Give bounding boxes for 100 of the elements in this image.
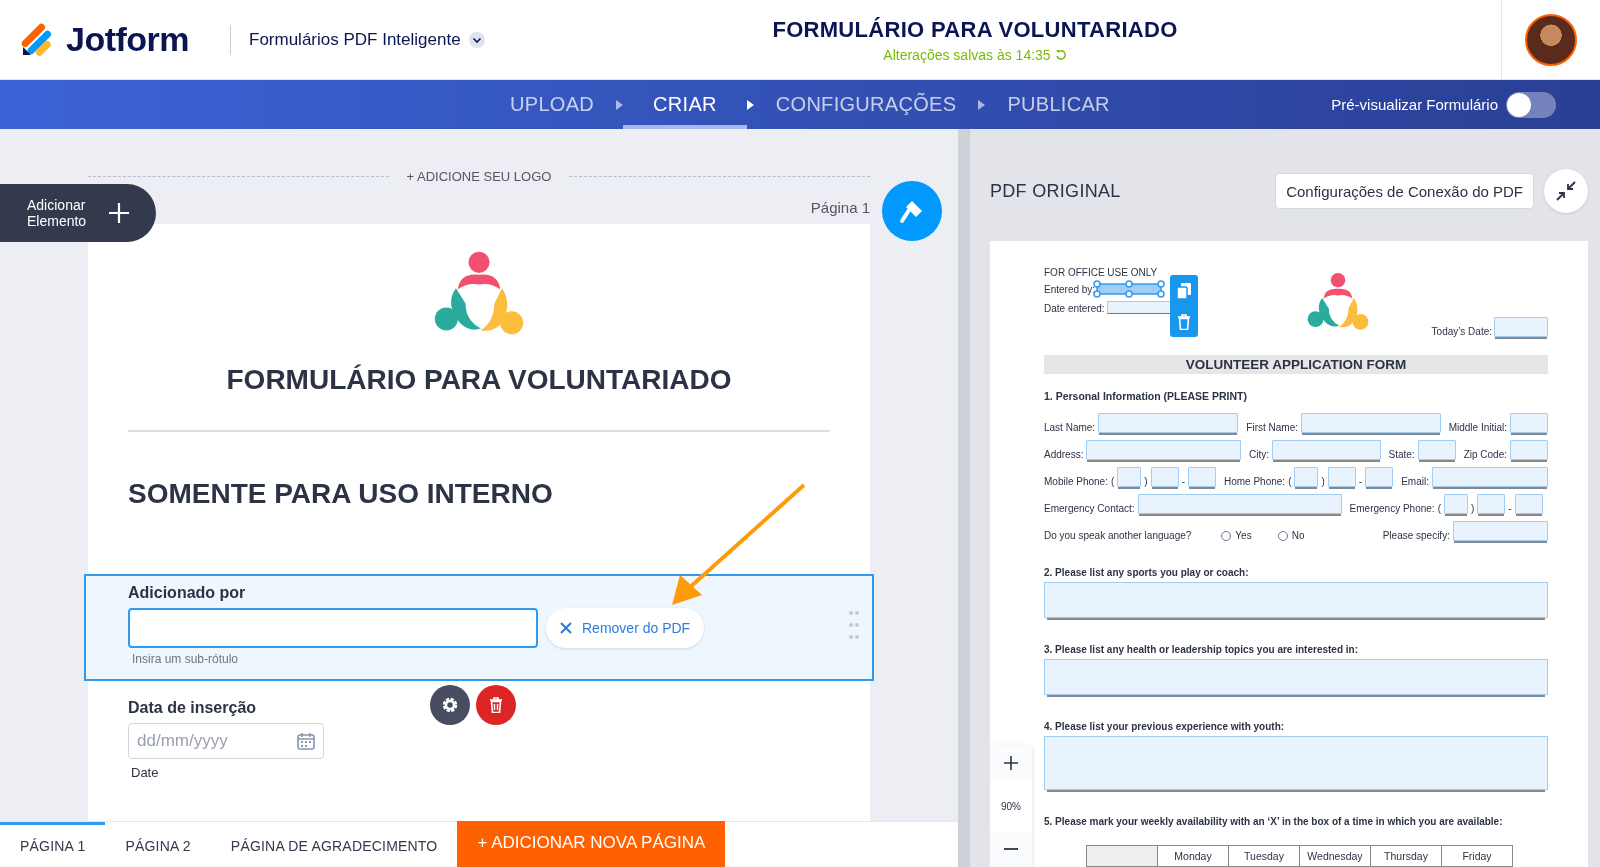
pdf-field[interactable] <box>1510 440 1548 460</box>
delete-button[interactable] <box>476 685 516 725</box>
pdf-field-label: Home Phone: <box>1223 476 1286 487</box>
zoom-out-button[interactable] <box>990 831 1032 867</box>
answer-box[interactable] <box>1044 736 1548 790</box>
pdf-field[interactable] <box>1150 467 1179 487</box>
question-label: 5. Please mark your weekly availability with an ‘X’ in the box of a time in which you are available: <box>1044 816 1504 827</box>
answer-box[interactable] <box>1044 659 1548 695</box>
caret-right-icon <box>746 99 754 110</box>
pdf-field-label: Emergency Contact: <box>1044 503 1135 514</box>
pdf-field[interactable] <box>1444 494 1468 514</box>
question-label: 2. Please list any sports you play or coach: <box>1044 567 1250 578</box>
input-field[interactable] <box>128 608 538 648</box>
pdf-field-label: First Name: <box>1246 422 1298 433</box>
pdf-field[interactable] <box>1117 467 1142 487</box>
page-tab[interactable]: PÁGINA DE AGRADECIMENTO <box>210 822 458 867</box>
selected-pdf-field[interactable] <box>1093 280 1166 298</box>
pdf-field[interactable] <box>1514 494 1543 514</box>
minimize-button[interactable] <box>1544 169 1588 213</box>
pdf-field-label: Today’s Date: <box>1431 326 1492 337</box>
trash-icon[interactable] <box>1178 313 1190 330</box>
field-label: Data de inserção <box>128 699 257 717</box>
panel-heading: PDF ORIGINAL <box>990 180 1122 202</box>
copy-icon[interactable] <box>1177 282 1191 299</box>
zoom-in-button[interactable] <box>990 745 1032 781</box>
table-header: Tuesday <box>1228 845 1300 867</box>
pdf-field[interactable] <box>1510 413 1548 433</box>
page-tab[interactable]: PÁGINA 1 <box>0 822 106 867</box>
chevron-down-icon <box>468 31 485 48</box>
phone-mark: ) <box>1321 476 1325 487</box>
pdf-field[interactable] <box>1137 494 1342 514</box>
avatar[interactable] <box>1525 13 1577 66</box>
phone-mark: - <box>1358 476 1363 487</box>
pdf-field[interactable] <box>1272 440 1381 460</box>
pdf-field-label: Emergency Phone: <box>1349 503 1435 514</box>
pdf-field-label: Email: <box>1401 476 1429 487</box>
preview-toggle[interactable] <box>1506 91 1556 118</box>
remove-from-pdf-button[interactable]: Remover do PDF <box>546 608 705 648</box>
pdf-field[interactable] <box>1417 440 1456 460</box>
pdf-field-label: Last Name: <box>1044 422 1096 433</box>
brand-name[interactable]: Jotform <box>66 20 190 59</box>
pdf-field[interactable] <box>1477 494 1506 514</box>
table-header: Friday <box>1441 845 1513 867</box>
saved-status: Alterações salvas às 14:35 <box>883 46 1067 63</box>
connection-settings-button[interactable]: Configurações de Conexão do PDF <box>1275 173 1534 209</box>
phone-mark: ) <box>1144 476 1148 487</box>
section-heading: SOMENTE PARA USO INTERNO <box>128 478 554 510</box>
pdf-field[interactable] <box>1098 413 1239 433</box>
pdf-field-label: Date entered: <box>1044 303 1105 314</box>
table-cell <box>1086 845 1158 867</box>
pdf-field[interactable] <box>1086 440 1242 460</box>
pdf-field-label: Zip Code: <box>1463 449 1507 460</box>
pdf-field-label: Address: <box>1044 449 1084 460</box>
field-block[interactable]: Adicionado por Remover do PDF Insira um sub-rótulo <box>86 576 872 679</box>
phone-mark: - <box>1181 476 1185 487</box>
pdf-field-label: Please specify: <box>1382 530 1450 541</box>
step-tab[interactable]: CONFIGURAÇÕES <box>753 80 979 129</box>
minus-icon <box>1004 848 1018 850</box>
step-tab[interactable]: PUBLICAR <box>985 80 1132 129</box>
phone-mark: ( <box>1288 476 1292 487</box>
pdf-field[interactable] <box>1187 467 1216 487</box>
question-label: 4. Please list your previous experience with youth: <box>1044 721 1286 732</box>
settings-button[interactable] <box>430 685 470 725</box>
section-heading: 1. Personal Information (PLEASE PRINT) <box>1044 390 1249 402</box>
table-header: Monday <box>1157 845 1229 867</box>
add-logo-link[interactable]: + ADICIONE SEU LOGO <box>406 169 552 184</box>
drag-handle-icon[interactable] <box>848 610 860 640</box>
field-sublabel: Date <box>131 765 160 780</box>
preview-label: Pré-visualizar Formulário <box>1331 96 1498 113</box>
pdf-field-label: Mobile Phone: <box>1044 476 1108 487</box>
pdf-field-label: Entered by: <box>1044 284 1096 295</box>
radio-label: Yes <box>1235 530 1252 541</box>
pdf-field[interactable] <box>1431 467 1548 487</box>
calendar-icon <box>297 732 315 750</box>
step-tab[interactable]: UPLOAD <box>488 80 617 129</box>
trash-icon <box>489 697 503 713</box>
plus-icon <box>109 203 129 223</box>
pdf-field[interactable] <box>1301 413 1441 433</box>
pdf-field[interactable] <box>1106 301 1173 314</box>
pdf-field[interactable] <box>1494 317 1548 337</box>
phone-mark: ) <box>1471 503 1475 514</box>
settings-icon <box>441 696 459 714</box>
phone-mark: ( <box>1437 503 1441 514</box>
answer-box[interactable] <box>1044 582 1548 618</box>
field-block[interactable]: Data de inserção dd/mm/yyyy Date <box>88 679 870 792</box>
sublabel-field[interactable]: Insira um sub-rótulo <box>132 652 332 666</box>
add-element-button[interactable]: Adicionar Elemento <box>0 184 156 242</box>
pdf-field[interactable] <box>1452 521 1548 541</box>
pdf-field[interactable] <box>1327 467 1356 487</box>
pdf-field[interactable] <box>1294 467 1319 487</box>
form-title: FORMULÁRIO PARA VOLUNTARIADO <box>772 16 1178 43</box>
pdf-field-label: Do you speak another language? <box>1044 530 1192 541</box>
app-menu[interactable]: Formulários PDF Inteligente <box>249 29 569 50</box>
page-tab[interactable]: PÁGINA 2 <box>105 822 211 867</box>
radio-label: No <box>1291 530 1305 541</box>
question-label: 3. Please list any health or leadership topics you are interested in: <box>1044 644 1359 655</box>
plus-icon <box>1004 756 1018 770</box>
phone-mark: - <box>1508 503 1512 514</box>
logo-icon[interactable] <box>20 22 54 57</box>
pdf-field[interactable] <box>1365 467 1394 487</box>
